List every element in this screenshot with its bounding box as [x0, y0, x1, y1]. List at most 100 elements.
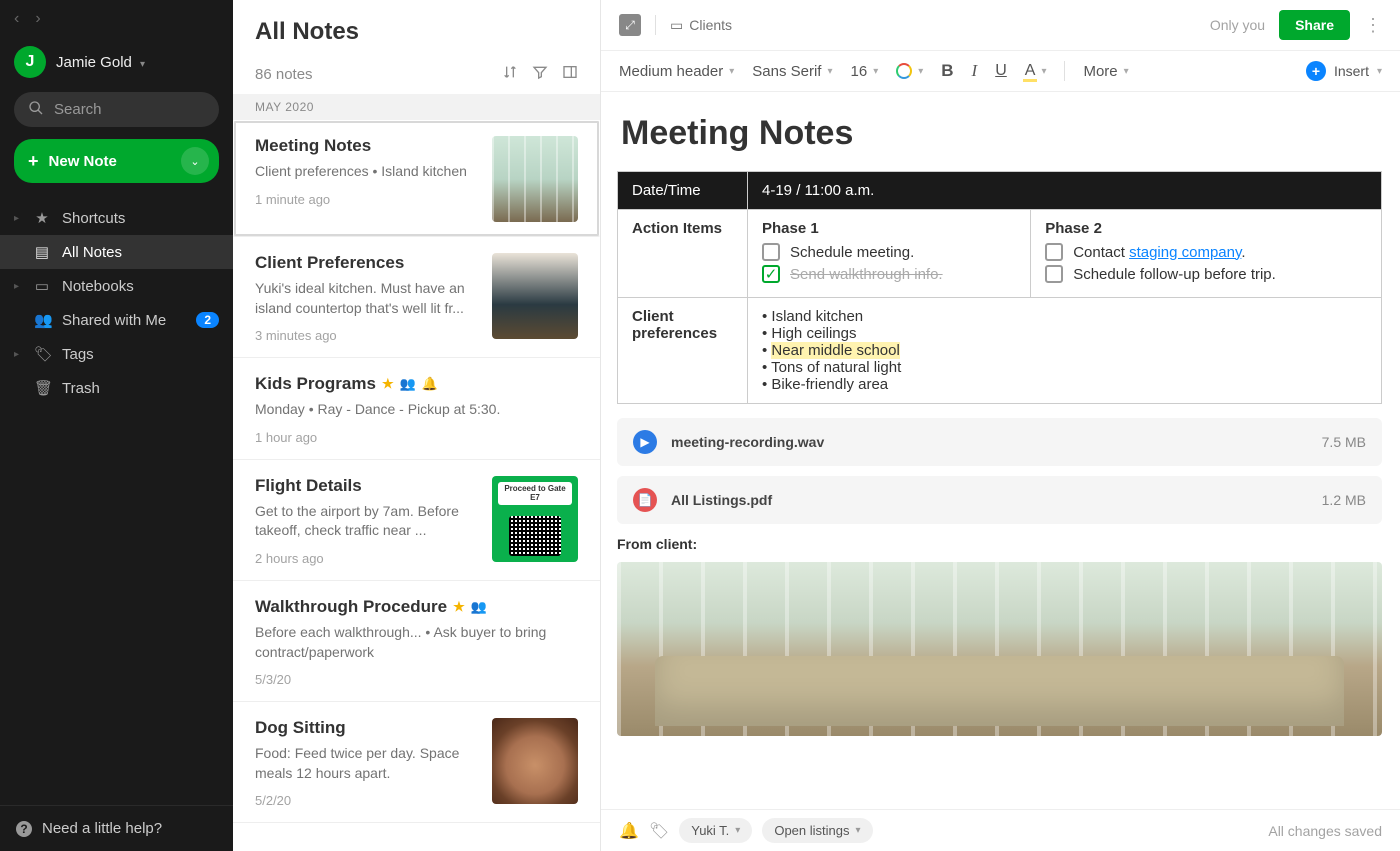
font-family-dropdown[interactable]: Sans Serif▾: [752, 63, 832, 80]
disclosure-icon: ▸: [14, 213, 22, 224]
checkbox-item[interactable]: Schedule follow-up before trip.: [1045, 265, 1367, 283]
sidebar-item-notebooks[interactable]: ▸ ▭ Notebooks: [0, 269, 233, 303]
italic-button[interactable]: I: [972, 61, 978, 81]
sidebar-item-trash[interactable]: 🗑 Trash: [0, 371, 233, 405]
insert-button[interactable]: + Insert ▾: [1306, 61, 1382, 81]
table-row: Client preferences Island kitchenHigh ce…: [618, 298, 1382, 404]
note-list-item[interactable]: Client PreferencesYuki's ideal kitchen. …: [233, 237, 600, 358]
notebook-icon: ▭: [670, 17, 683, 34]
note-list-panel: All Notes 86 notes MAY 2020 Meeting Note…: [233, 0, 601, 851]
note-thumbnail: [492, 136, 578, 222]
client-photo[interactable]: [617, 562, 1382, 736]
sidebar-nav: ▸ ★ Shortcuts ▤ All Notes ▸ ▭ Notebooks …: [0, 201, 233, 503]
nav-arrows: ‹ ›: [14, 10, 219, 28]
pref-item: Bike-friendly area: [762, 376, 1367, 393]
meeting-table[interactable]: Date/Time 4-19 / 11:00 a.m. Action Items…: [617, 171, 1382, 404]
editor-panel: ⤢ ▭ Clients Only you Share ⋮ Medium head…: [601, 0, 1400, 851]
people-icon: 👥: [34, 311, 50, 329]
back-button[interactable]: ‹: [14, 10, 19, 28]
add-tag-button[interactable]: 🏷: [649, 821, 669, 841]
pref-item: Tons of natural light: [762, 359, 1367, 376]
new-note-dropdown[interactable]: ⌄: [181, 147, 209, 175]
play-icon: ▶: [633, 430, 657, 454]
star-icon: ★: [453, 599, 465, 615]
sidebar: ‹ › J Jamie Gold ▾ Search + New Note ⌄ ▸…: [0, 0, 233, 851]
bold-button[interactable]: B: [941, 61, 953, 81]
checkbox-item[interactable]: Schedule meeting.: [762, 243, 1016, 261]
view-button[interactable]: [562, 64, 578, 84]
star-icon: ★: [382, 376, 394, 392]
shared-icon: 👥: [400, 376, 416, 392]
sidebar-item-all-notes[interactable]: ▤ All Notes: [0, 235, 233, 269]
underline-button[interactable]: U: [995, 62, 1007, 80]
checkbox-item[interactable]: Contact staging company.: [1045, 243, 1367, 261]
search-input[interactable]: Search: [14, 92, 219, 127]
disclosure-icon: ▸: [14, 281, 22, 292]
plus-icon: +: [1306, 61, 1326, 81]
account-menu[interactable]: J Jamie Gold ▾: [14, 46, 219, 78]
share-button[interactable]: Share: [1279, 10, 1350, 40]
avatar: J: [14, 46, 46, 78]
note-list-item[interactable]: Meeting NotesClient preferences • Island…: [233, 120, 600, 237]
disclosure-icon: ▸: [14, 349, 22, 360]
section-header: MAY 2020: [233, 94, 600, 120]
note-count: 86 notes: [255, 66, 488, 83]
pref-item: Island kitchen: [762, 308, 1367, 325]
list-title: All Notes: [255, 18, 578, 46]
save-status: All changes saved: [1268, 823, 1382, 839]
more-format-dropdown[interactable]: More▾: [1083, 63, 1128, 80]
header-style-dropdown[interactable]: Medium header▾: [619, 63, 734, 80]
note-list-item[interactable]: Dog SittingFood: Feed twice per day. Spa…: [233, 702, 600, 823]
notebook-selector[interactable]: ▭ Clients: [670, 17, 732, 34]
assignee-pill[interactable]: Yuki T.▾: [679, 818, 752, 843]
trash-icon: 🗑: [34, 379, 50, 397]
note-list-item[interactable]: Walkthrough Procedure★👥Before each walkt…: [233, 581, 600, 702]
tag-pill[interactable]: Open listings▾: [762, 818, 872, 843]
plus-icon: +: [28, 151, 39, 172]
staging-company-link[interactable]: staging company: [1129, 244, 1241, 261]
sort-button[interactable]: [502, 64, 518, 84]
font-size-dropdown[interactable]: 16▾: [851, 63, 879, 80]
filter-button[interactable]: [532, 64, 548, 84]
help-icon: ?: [16, 821, 32, 837]
forward-button[interactable]: ›: [35, 10, 40, 28]
attachment-audio[interactable]: ▶meeting-recording.wav7.5 MB: [617, 418, 1382, 466]
pdf-icon: 📄: [633, 488, 657, 512]
editor-header: ⤢ ▭ Clients Only you Share ⋮: [601, 0, 1400, 51]
sidebar-item-shortcuts[interactable]: ▸ ★ Shortcuts: [0, 201, 233, 235]
search-icon: [28, 100, 44, 119]
user-name-label: Jamie Gold: [56, 54, 132, 71]
highlight-button[interactable]: A▾: [1025, 62, 1047, 80]
note-title[interactable]: Meeting Notes: [621, 114, 1382, 153]
note-thumbnail: [492, 718, 578, 804]
notebook-icon: ▭: [34, 277, 50, 295]
tag-icon: 🏷: [34, 345, 50, 363]
note-thumbnail: Proceed to Gate E7: [492, 476, 578, 562]
more-actions-button[interactable]: ⋮: [1364, 15, 1382, 36]
reminder-icon: 🔔: [422, 376, 438, 392]
sidebar-item-tags[interactable]: ▸ 🏷 Tags: [0, 337, 233, 371]
checkbox-item[interactable]: ✓Send walkthrough info.: [762, 265, 1016, 283]
search-placeholder: Search: [54, 101, 102, 118]
shared-icon: 👥: [471, 599, 487, 615]
badge-count: 2: [196, 312, 219, 328]
chevron-down-icon: ▾: [140, 59, 145, 70]
editor-content[interactable]: Meeting Notes Date/Time 4-19 / 11:00 a.m…: [601, 92, 1400, 809]
star-icon: ★: [34, 209, 50, 227]
text-color-button[interactable]: ▾: [896, 63, 923, 79]
attachment-pdf[interactable]: 📄All Listings.pdf1.2 MB: [617, 476, 1382, 524]
note-icon: ▤: [34, 243, 50, 261]
from-client-label: From client:: [617, 536, 1382, 552]
help-button[interactable]: ? Need a little help?: [0, 805, 233, 851]
new-note-button[interactable]: + New Note ⌄: [14, 139, 219, 183]
expand-button[interactable]: ⤢: [619, 14, 641, 36]
note-list-item[interactable]: Kids Programs★👥🔔Monday • Ray - Dance - P…: [233, 358, 600, 460]
pref-item: High ceilings: [762, 325, 1367, 342]
add-reminder-button[interactable]: 🔔: [619, 821, 639, 841]
note-list-item[interactable]: Flight DetailsGet to the airport by 7am.…: [233, 460, 600, 581]
editor-footer: 🔔 🏷 Yuki T.▾ Open listings▾ All changes …: [601, 809, 1400, 851]
pref-item: Near middle school: [762, 342, 1367, 359]
table-row: Action Items Phase 1 Schedule meeting. ✓…: [618, 210, 1382, 298]
visibility-label: Only you: [1210, 17, 1265, 33]
sidebar-item-shared[interactable]: 👥 Shared with Me 2: [0, 303, 233, 337]
